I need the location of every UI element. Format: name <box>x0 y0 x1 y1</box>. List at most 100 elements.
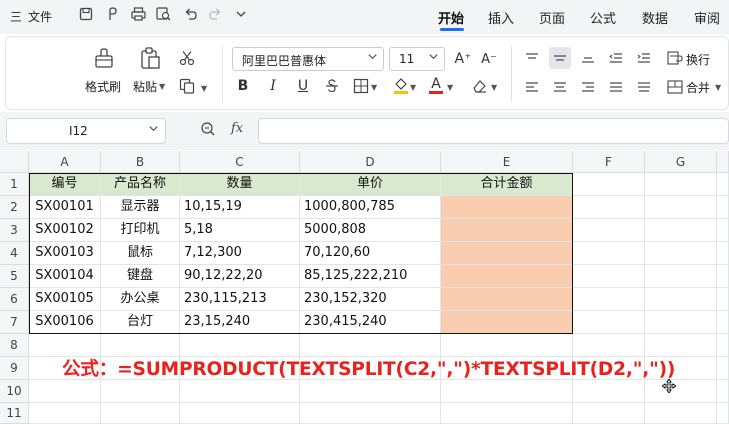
cell[interactable] <box>573 242 645 265</box>
font-color-chevron-down-icon[interactable]: ▼ <box>447 83 453 92</box>
table-cell[interactable]: SX00102 <box>29 219 101 242</box>
paste-label[interactable]: 粘贴 <box>133 78 157 95</box>
underline-button[interactable]: U <box>292 75 314 97</box>
table-cell[interactable]: 7,12,300 <box>180 242 300 265</box>
redo-icon[interactable] <box>206 7 224 25</box>
cell[interactable] <box>101 403 180 424</box>
paste-icon[interactable] <box>138 46 162 70</box>
table-cell[interactable]: SX00105 <box>29 288 101 311</box>
row-header-8[interactable]: 8 <box>0 334 29 357</box>
result-cell[interactable] <box>441 242 573 265</box>
table-cell[interactable]: 230,152,320 <box>300 288 441 311</box>
wrap-text-label[interactable]: 换行 <box>686 51 710 68</box>
align-bottom-icon[interactable] <box>577 47 599 69</box>
fill-color-icon[interactable] <box>390 74 412 96</box>
table-cell[interactable]: 90,12,22,20 <box>180 265 300 288</box>
result-cell[interactable] <box>441 219 573 242</box>
align-center-icon[interactable] <box>549 76 571 98</box>
header-cell[interactable]: 编号 <box>29 173 101 196</box>
row-header-9[interactable]: 9 <box>0 357 29 380</box>
cell[interactable] <box>645 380 717 403</box>
cell[interactable] <box>717 219 729 242</box>
format-icon[interactable] <box>104 7 122 25</box>
tab-page[interactable]: 页面 <box>539 8 565 27</box>
cell[interactable] <box>300 380 441 403</box>
cell[interactable] <box>645 403 717 424</box>
shrink-font-icon[interactable]: A⁻ <box>478 48 500 70</box>
align-right-icon[interactable] <box>577 76 599 98</box>
distributed-align-icon[interactable] <box>633 76 655 98</box>
tab-data[interactable]: 数据 <box>642 8 668 27</box>
clear-format-icon[interactable] <box>468 75 490 97</box>
cell[interactable] <box>573 173 645 196</box>
table-cell[interactable]: 85,125,222,210 <box>300 265 441 288</box>
result-cell[interactable] <box>441 265 573 288</box>
strikethrough-icon[interactable] <box>321 75 343 97</box>
cell[interactable] <box>573 219 645 242</box>
table-cell[interactable]: SX00104 <box>29 265 101 288</box>
column-header-c[interactable]: C <box>180 151 300 173</box>
cell[interactable] <box>717 173 729 196</box>
row-header-6[interactable]: 6 <box>0 288 29 311</box>
table-cell[interactable]: SX00106 <box>29 311 101 334</box>
fx-icon[interactable]: fx <box>231 121 243 136</box>
column-header-a[interactable]: A <box>29 151 101 173</box>
table-cell[interactable]: 鼠标 <box>101 242 180 265</box>
file-menu[interactable]: 文件 <box>28 8 52 25</box>
cell[interactable] <box>645 288 717 311</box>
cell[interactable] <box>573 196 645 219</box>
select-all-corner[interactable] <box>0 151 29 173</box>
cell[interactable] <box>717 196 729 219</box>
zoom-icon[interactable] <box>200 121 216 141</box>
cell[interactable] <box>573 403 645 424</box>
cell[interactable] <box>29 403 101 424</box>
row-header-11[interactable]: 11 <box>0 403 29 424</box>
chevron-down-icon[interactable] <box>232 7 250 25</box>
column-header-e[interactable]: E <box>441 151 573 173</box>
result-cell[interactable] <box>441 196 573 219</box>
cell[interactable] <box>717 403 729 424</box>
row-header-7[interactable]: 7 <box>0 311 29 334</box>
column-header-h[interactable] <box>717 151 729 173</box>
increase-indent-icon[interactable] <box>633 47 655 69</box>
table-cell[interactable]: 显示器 <box>101 196 180 219</box>
table-cell[interactable]: 5,18 <box>180 219 300 242</box>
font-color-button[interactable]: A <box>425 74 447 96</box>
row-header-5[interactable]: 5 <box>0 265 29 288</box>
cell[interactable] <box>717 357 729 380</box>
cell[interactable] <box>180 403 300 424</box>
cell[interactable] <box>441 380 573 403</box>
table-cell[interactable]: 1000,800,785 <box>300 196 441 219</box>
tab-formulas[interactable]: 公式 <box>590 8 616 27</box>
table-cell[interactable]: 键盘 <box>101 265 180 288</box>
cell[interactable] <box>717 265 729 288</box>
font-family-select[interactable]: 阿里巴巴普惠体 <box>232 47 384 71</box>
chevron-down-icon[interactable] <box>148 123 159 137</box>
format-painter-icon[interactable] <box>92 46 116 70</box>
name-box[interactable]: I12 <box>6 118 166 144</box>
hamburger-menu-icon[interactable]: 三 <box>10 8 22 25</box>
row-header-3[interactable]: 3 <box>0 219 29 242</box>
decrease-indent-icon[interactable] <box>605 47 627 69</box>
merge-chevron-down-icon[interactable]: ▼ <box>715 83 721 92</box>
cell[interactable] <box>573 311 645 334</box>
formula-input[interactable] <box>258 118 729 144</box>
save-icon[interactable] <box>77 7 95 25</box>
cell[interactable] <box>573 265 645 288</box>
cell[interactable] <box>441 403 573 424</box>
print-preview-icon[interactable] <box>154 7 172 25</box>
table-cell[interactable]: 打印机 <box>101 219 180 242</box>
column-header-g[interactable]: G <box>645 151 717 173</box>
fill-color-chevron-down-icon[interactable]: ▼ <box>410 83 416 92</box>
header-cell[interactable]: 产品名称 <box>101 173 180 196</box>
header-cell[interactable]: 合计金额 <box>441 173 573 196</box>
column-header-b[interactable]: B <box>101 151 180 173</box>
cell[interactable] <box>573 380 645 403</box>
cell[interactable] <box>717 242 729 265</box>
print-icon[interactable] <box>129 7 147 25</box>
header-cell[interactable]: 数量 <box>180 173 300 196</box>
table-cell[interactable]: 5000,808 <box>300 219 441 242</box>
borders-chevron-down-icon[interactable]: ▼ <box>371 83 377 92</box>
merge-cells-icon[interactable] <box>664 76 686 98</box>
cut-icon[interactable] <box>176 47 198 69</box>
